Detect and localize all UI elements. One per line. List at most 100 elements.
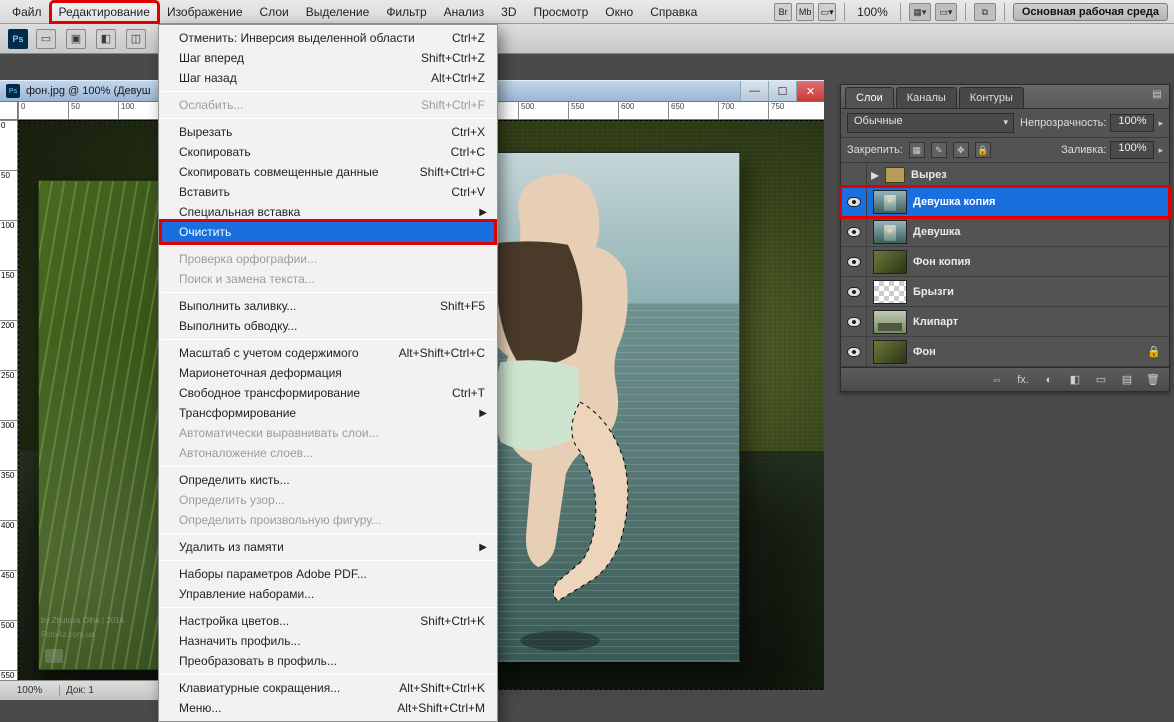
zoom-level[interactable]: 100%: [853, 5, 892, 19]
extras-icon[interactable]: ⧉: [974, 3, 996, 21]
layer-name[interactable]: Вырез: [911, 169, 947, 181]
menu-слои[interactable]: Слои: [252, 2, 297, 22]
layer-row[interactable]: Фон🔒: [841, 337, 1169, 367]
layer-thumbnail[interactable]: [873, 220, 907, 244]
fill-input[interactable]: 100%: [1110, 141, 1154, 159]
menu-item[interactable]: Наборы параметров Adobe PDF...: [159, 564, 497, 584]
menu-справка[interactable]: Справка: [642, 2, 705, 22]
layer-thumbnail[interactable]: [873, 280, 907, 304]
menu-item[interactable]: Удалить из памяти▶: [159, 537, 497, 557]
mask-icon[interactable]: ◐: [1041, 373, 1057, 387]
bridge-icon[interactable]: Br: [774, 3, 792, 21]
blend-mode-select[interactable]: Обычные: [847, 113, 1014, 133]
menu-файл[interactable]: Файл: [4, 2, 50, 22]
layer-name[interactable]: Фон копия: [913, 256, 971, 268]
layer-visibility-toggle[interactable]: [841, 307, 867, 336]
layer-group-row[interactable]: ▸ Вырез: [841, 163, 1169, 187]
menu-3d[interactable]: 3D: [493, 2, 524, 22]
menu-item[interactable]: ВставитьCtrl+V: [159, 182, 497, 202]
menu-item[interactable]: Преобразовать в профиль...: [159, 651, 497, 671]
window-close-button[interactable]: ✕: [796, 81, 824, 101]
menu-item[interactable]: Определить кисть...: [159, 470, 497, 490]
edit-menu-dropdown[interactable]: Отменить: Инверсия выделенной областиCtr…: [158, 24, 498, 722]
menu-item[interactable]: Выполнить обводку...: [159, 316, 497, 336]
panel-menu-icon[interactable]: ▤: [1149, 89, 1165, 103]
menu-выделение[interactable]: Выделение: [298, 2, 378, 22]
menu-item[interactable]: Настройка цветов...Shift+Ctrl+K: [159, 611, 497, 631]
tab-paths[interactable]: Контуры: [959, 87, 1024, 108]
layer-visibility-toggle[interactable]: [841, 163, 867, 186]
layer-row[interactable]: Клипарт: [841, 307, 1169, 337]
lock-all-icon[interactable]: 🔒: [975, 142, 991, 158]
menu-изображение[interactable]: Изображение: [159, 2, 251, 22]
opt-intersect-icon[interactable]: ◫: [126, 29, 146, 49]
layer-visibility-toggle[interactable]: [841, 337, 867, 366]
opt-new-select-icon[interactable]: ▭: [36, 29, 56, 49]
menu-item[interactable]: Шаг впередShift+Ctrl+Z: [159, 48, 497, 68]
menu-item[interactable]: Клавиатурные сокращения...Alt+Shift+Ctrl…: [159, 678, 497, 698]
opt-sub-select-icon[interactable]: ◧: [96, 29, 116, 49]
layer-thumbnail[interactable]: [873, 190, 907, 214]
vertical-ruler[interactable]: 050100150200250300350400450500550: [0, 120, 18, 700]
layer-thumbnail[interactable]: [873, 250, 907, 274]
link-layers-icon[interactable]: ⇔: [989, 373, 1005, 387]
menu-item[interactable]: Отменить: Инверсия выделенной областиCtr…: [159, 28, 497, 48]
menu-item[interactable]: Специальная вставка▶: [159, 202, 497, 222]
menu-окно[interactable]: Окно: [597, 2, 641, 22]
layer-visibility-toggle[interactable]: [841, 247, 867, 276]
new-layer-icon[interactable]: ▤: [1119, 373, 1135, 387]
lock-pixels-icon[interactable]: ✎: [931, 142, 947, 158]
layer-visibility-toggle[interactable]: [841, 217, 867, 246]
menu-фильтр[interactable]: Фильтр: [378, 2, 434, 22]
layer-thumbnail[interactable]: [873, 340, 907, 364]
menu-редактирование[interactable]: Редактирование: [51, 2, 158, 22]
layer-row[interactable]: Девушка копия: [841, 187, 1169, 217]
menu-item[interactable]: Свободное трансформированиеCtrl+T: [159, 383, 497, 403]
layer-visibility-toggle[interactable]: [841, 277, 867, 306]
tab-layers[interactable]: Слои: [845, 87, 894, 108]
screen-mode-icon[interactable]: ▭▾: [818, 3, 836, 21]
layer-thumbnail[interactable]: [873, 310, 907, 334]
group-disclosure-icon[interactable]: ▸: [871, 165, 879, 185]
layer-name[interactable]: Девушка: [913, 226, 961, 238]
layer-name[interactable]: Фон: [913, 346, 936, 358]
layer-name[interactable]: Клипарт: [913, 316, 958, 328]
arrange-icon[interactable]: ▦▾: [909, 3, 931, 21]
menu-item[interactable]: Очистить: [159, 222, 497, 242]
menu-item[interactable]: Управление наборами...: [159, 584, 497, 604]
lock-transparent-icon[interactable]: ▦: [909, 142, 925, 158]
workspace-button[interactable]: Основная рабочая среда: [1013, 3, 1168, 21]
layer-row[interactable]: Фон копия: [841, 247, 1169, 277]
menu-item[interactable]: ВырезатьCtrl+X: [159, 122, 497, 142]
status-zoom[interactable]: 100%: [0, 685, 60, 696]
layer-row[interactable]: Девушка: [841, 217, 1169, 247]
group-icon[interactable]: ▭: [1093, 373, 1109, 387]
layer-row[interactable]: Брызги: [841, 277, 1169, 307]
trash-icon[interactable]: 🗑: [1145, 373, 1161, 387]
opacity-caret-icon[interactable]: ▸: [1158, 118, 1163, 129]
menu-просмотр[interactable]: Просмотр: [525, 2, 596, 22]
menu-item[interactable]: СкопироватьCtrl+C: [159, 142, 497, 162]
layer-name[interactable]: Брызги: [913, 286, 954, 298]
window-maximize-button[interactable]: ☐: [768, 81, 796, 101]
layer-name[interactable]: Девушка копия: [913, 196, 995, 208]
tab-channels[interactable]: Каналы: [896, 87, 957, 108]
lock-position-icon[interactable]: ✥: [953, 142, 969, 158]
menu-item[interactable]: Марионеточная деформация: [159, 363, 497, 383]
screenmode2-icon[interactable]: ▭▾: [935, 3, 957, 21]
minibridge-icon[interactable]: Mb: [796, 3, 814, 21]
adjustment-icon[interactable]: ◧: [1067, 373, 1083, 387]
menu-item[interactable]: Назначить профиль...: [159, 631, 497, 651]
fx-icon[interactable]: fx.: [1015, 373, 1031, 387]
fill-caret-icon[interactable]: ▸: [1158, 145, 1163, 156]
menu-item[interactable]: Шаг назадAlt+Ctrl+Z: [159, 68, 497, 88]
opacity-input[interactable]: 100%: [1110, 114, 1154, 132]
menu-item[interactable]: Скопировать совмещенные данныеShift+Ctrl…: [159, 162, 497, 182]
layer-visibility-toggle[interactable]: [841, 187, 867, 216]
opt-add-select-icon[interactable]: ▣: [66, 29, 86, 49]
window-minimize-button[interactable]: —: [740, 81, 768, 101]
menu-item[interactable]: Меню...Alt+Shift+Ctrl+M: [159, 698, 497, 718]
menu-item[interactable]: Масштаб с учетом содержимогоAlt+Shift+Ct…: [159, 343, 497, 363]
menu-анализ[interactable]: Анализ: [436, 2, 493, 22]
menu-item[interactable]: Трансформирование▶: [159, 403, 497, 423]
